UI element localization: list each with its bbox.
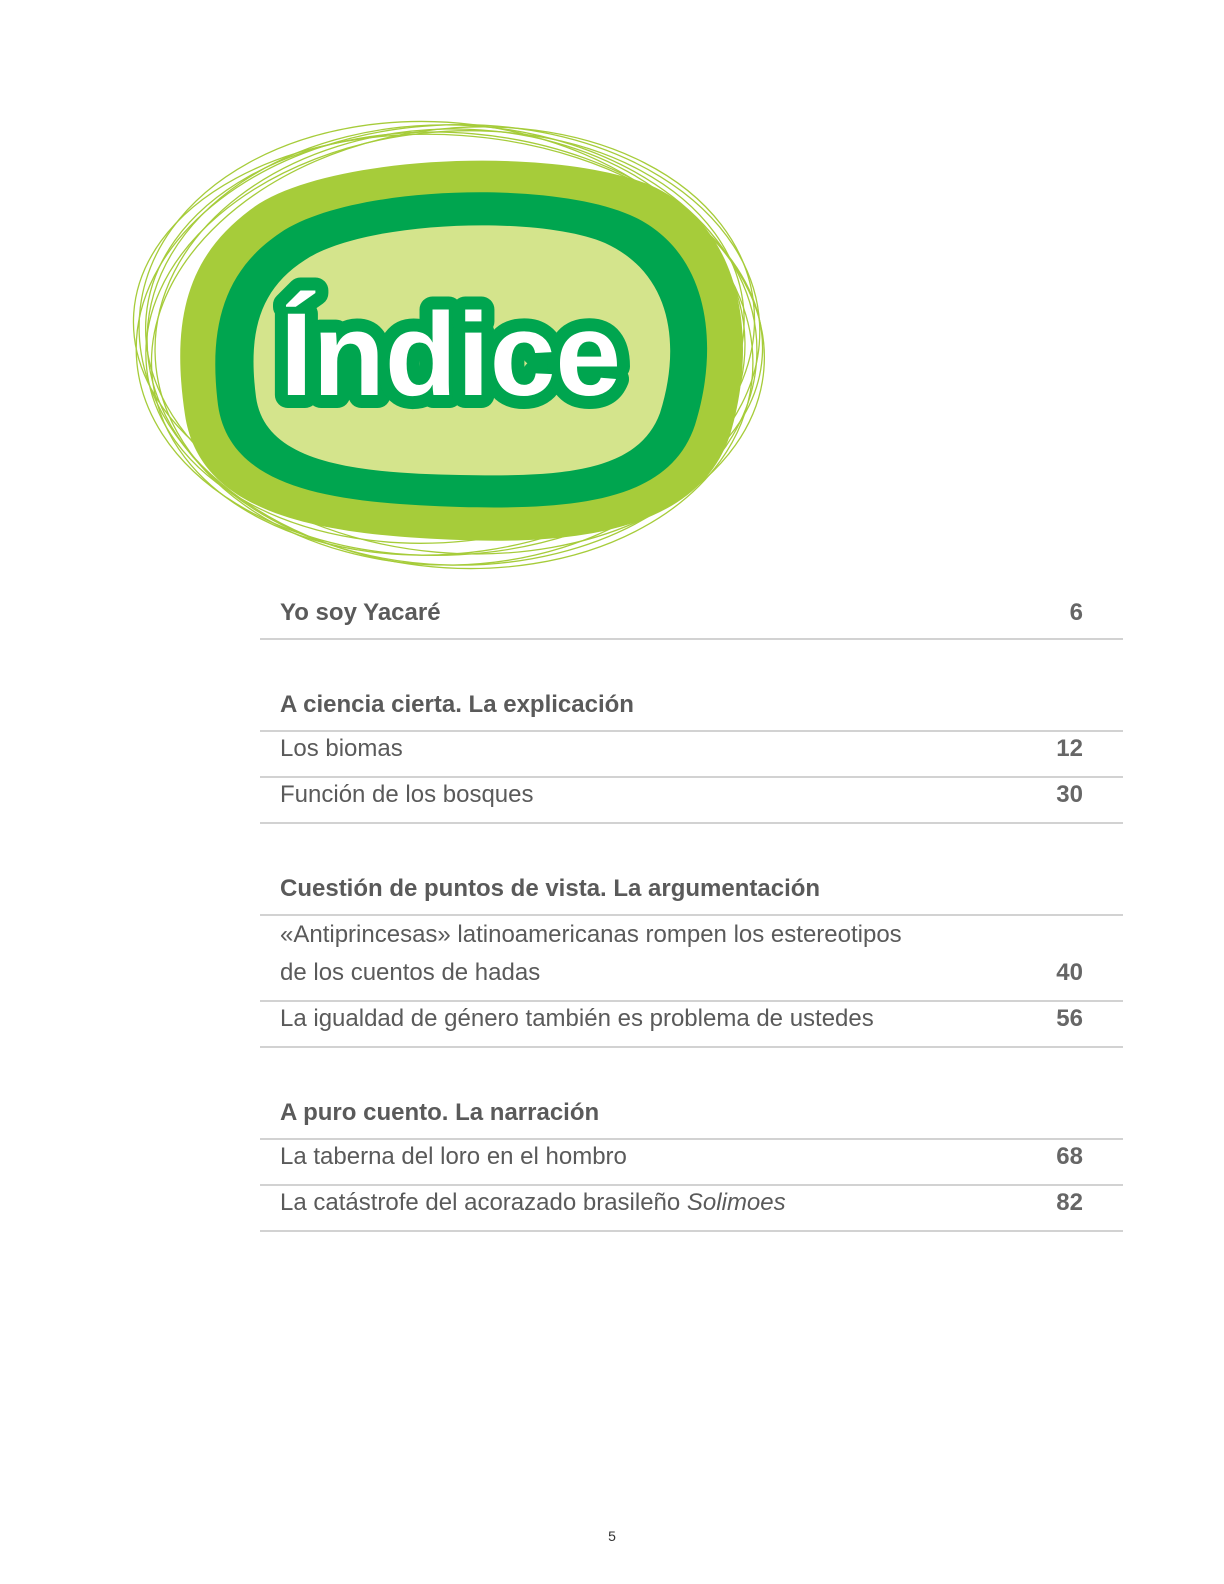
entry-title: La taberna del loro en el hombro — [280, 1143, 627, 1170]
section-title: A puro cuento. La narración — [280, 1099, 600, 1126]
toc-section-heading: Cuestión de puntos de vista. La argument… — [260, 875, 1123, 916]
entry-page-number: 82 — [1056, 1189, 1083, 1216]
entry-title: Los biomas — [280, 735, 403, 762]
entry-page-number: 12 — [1056, 735, 1083, 762]
page-number: 5 — [608, 1528, 616, 1544]
section-page-number: 6 — [1069, 599, 1083, 626]
toc-entry[interactable]: La igualdad de género también es problem… — [260, 1002, 1123, 1048]
title-text-group: Índice Índice — [267, 276, 634, 434]
entry-title: «Antiprincesas» latinoamericanas rompen … — [280, 916, 902, 992]
toc-entry[interactable]: «Antiprincesas» latinoamericanas rompen … — [260, 916, 1123, 1002]
section-title: Yo soy Yacaré — [280, 599, 441, 626]
toc-entry[interactable]: La taberna del loro en el hombro 68 — [260, 1140, 1123, 1186]
section-title: A ciencia cierta. La explicación — [280, 691, 634, 718]
entry-page-number: 40 — [1056, 959, 1083, 986]
toc-entry[interactable]: La catástrofe del acorazado brasileño So… — [260, 1186, 1123, 1232]
toc-entry[interactable]: Los biomas 12 — [260, 732, 1123, 778]
toc-section-heading: A puro cuento. La narración — [260, 1099, 1123, 1140]
index-title-badge: Índice Índice — [130, 115, 780, 575]
entry-title: La igualdad de género también es problem… — [280, 1005, 874, 1032]
entry-page-number: 56 — [1056, 1005, 1083, 1032]
entry-title: La catástrofe del acorazado brasileño So… — [280, 1184, 786, 1222]
table-of-contents: Yo soy Yacaré 6 A ciencia cierta. La exp… — [260, 599, 1123, 1232]
entry-page-number: 30 — [1056, 781, 1083, 808]
entry-title-italic: Solimoes — [686, 1189, 786, 1216]
toc-section-heading: A ciencia cierta. La explicación — [260, 691, 1123, 732]
entry-title-line-2: de los cuentos de hadas — [280, 959, 541, 986]
title-badge-graphic: Índice Índice — [132, 120, 766, 570]
section-title: Cuestión de puntos de vista. La argument… — [280, 875, 821, 902]
entry-page-number: 68 — [1056, 1143, 1083, 1170]
entry-title-plain: La catástrofe del acorazado brasileño — [280, 1189, 687, 1216]
toc-entry[interactable]: Función de los bosques 30 — [260, 778, 1123, 824]
entry-title: Función de los bosques — [280, 781, 534, 808]
toc-section-heading[interactable]: Yo soy Yacaré 6 — [260, 599, 1123, 640]
page-title: Índice — [280, 289, 621, 421]
entry-title-line-1: «Antiprincesas» latinoamericanas rompen … — [280, 921, 902, 948]
